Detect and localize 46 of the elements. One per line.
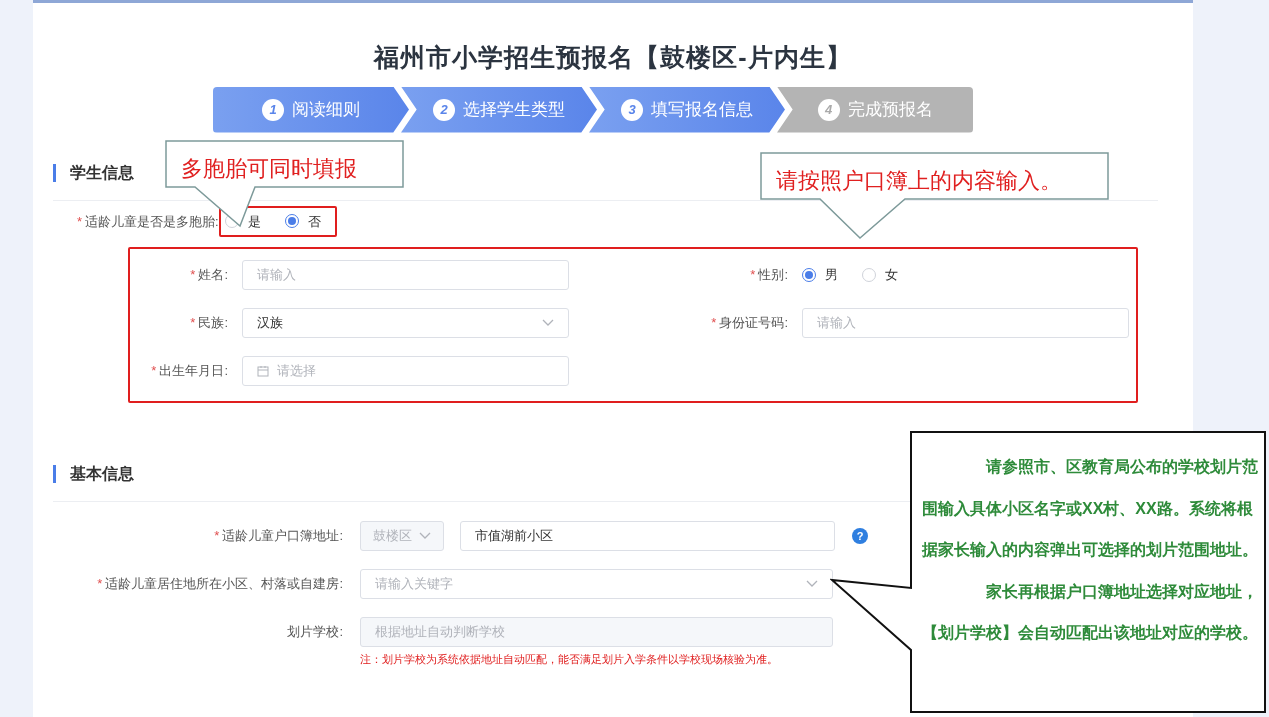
radio-option[interactable]: 否 bbox=[284, 211, 321, 231]
chevron-down-icon bbox=[419, 532, 431, 540]
callout-text: 家长再根据户口簿地址选择对应地址，【划片学校】会自动匹配出该地址对应的学校。 bbox=[922, 581, 1259, 643]
step-number: 2 bbox=[433, 98, 455, 121]
input-field[interactable]: 请输入 bbox=[802, 308, 1129, 338]
chevron-down-icon bbox=[542, 319, 554, 327]
field-label: 姓名: bbox=[198, 266, 228, 285]
input-field[interactable]: 市值湖前小区 bbox=[460, 521, 835, 551]
field-label: 适龄儿童居住地所在小区、村落或自建房: bbox=[105, 575, 343, 594]
select-field[interactable]: 请输入关键字 bbox=[360, 569, 833, 599]
required-mark: * bbox=[151, 362, 157, 381]
callout-text: 多胞胎可同时填报 bbox=[181, 156, 357, 182]
required-mark: * bbox=[750, 266, 756, 285]
required-mark: * bbox=[97, 575, 103, 594]
field-label: 划片学校: bbox=[287, 623, 343, 642]
callout-text: 请参照市、区教育局公布的学校划片范围输入具体小区名字或XX村、XX路。系统将根据家长输入的内容弹出可选择的划片范围地址。 bbox=[922, 457, 1259, 560]
callout-text: 请按照户口簿上的内容输入。 bbox=[776, 168, 1062, 194]
page-title: 福州市小学招生预报名【鼓楼区-片内生】 bbox=[372, 42, 853, 73]
field-label: 出生年月日: bbox=[159, 362, 228, 381]
chevron-down-icon bbox=[806, 580, 818, 588]
step-number: 4 bbox=[817, 98, 840, 121]
field-label: 民族: bbox=[198, 314, 228, 333]
field-label: 适龄儿童户口簿地址: bbox=[222, 527, 343, 546]
district-select[interactable]: 鼓楼区 bbox=[360, 521, 444, 551]
required-mark: * bbox=[77, 212, 83, 231]
required-mark: * bbox=[214, 527, 220, 546]
radio-option[interactable]: 女 bbox=[862, 265, 898, 285]
calendar-icon bbox=[257, 365, 269, 377]
date-field[interactable]: 请选择 bbox=[242, 356, 569, 386]
required-mark: * bbox=[711, 314, 717, 333]
step-number: 3 bbox=[621, 98, 643, 121]
note-text: 注：划片学校为系统依据地址自动匹配，能否满足划片入学条件以学校现场核验为准。 bbox=[360, 652, 779, 667]
step-label: 填写报名信息 bbox=[651, 98, 753, 121]
help-icon[interactable]: ? bbox=[852, 528, 868, 544]
radio-option[interactable]: 男 bbox=[802, 265, 838, 285]
step-label: 阅读细则 bbox=[292, 98, 360, 121]
required-mark: * bbox=[190, 314, 196, 333]
required-mark: * bbox=[190, 266, 196, 285]
step-number: 1 bbox=[262, 98, 284, 121]
input-field[interactable]: 请输入 bbox=[242, 260, 569, 290]
field-label: 适龄儿童是否是多胞胎: bbox=[85, 212, 219, 231]
step-label: 选择学生类型 bbox=[463, 98, 565, 121]
field-label: 身份证号码: bbox=[719, 314, 788, 333]
select-field[interactable]: 汉族 bbox=[242, 308, 569, 338]
step-label: 完成预报名 bbox=[847, 98, 933, 121]
field-label: 性别: bbox=[758, 266, 788, 285]
